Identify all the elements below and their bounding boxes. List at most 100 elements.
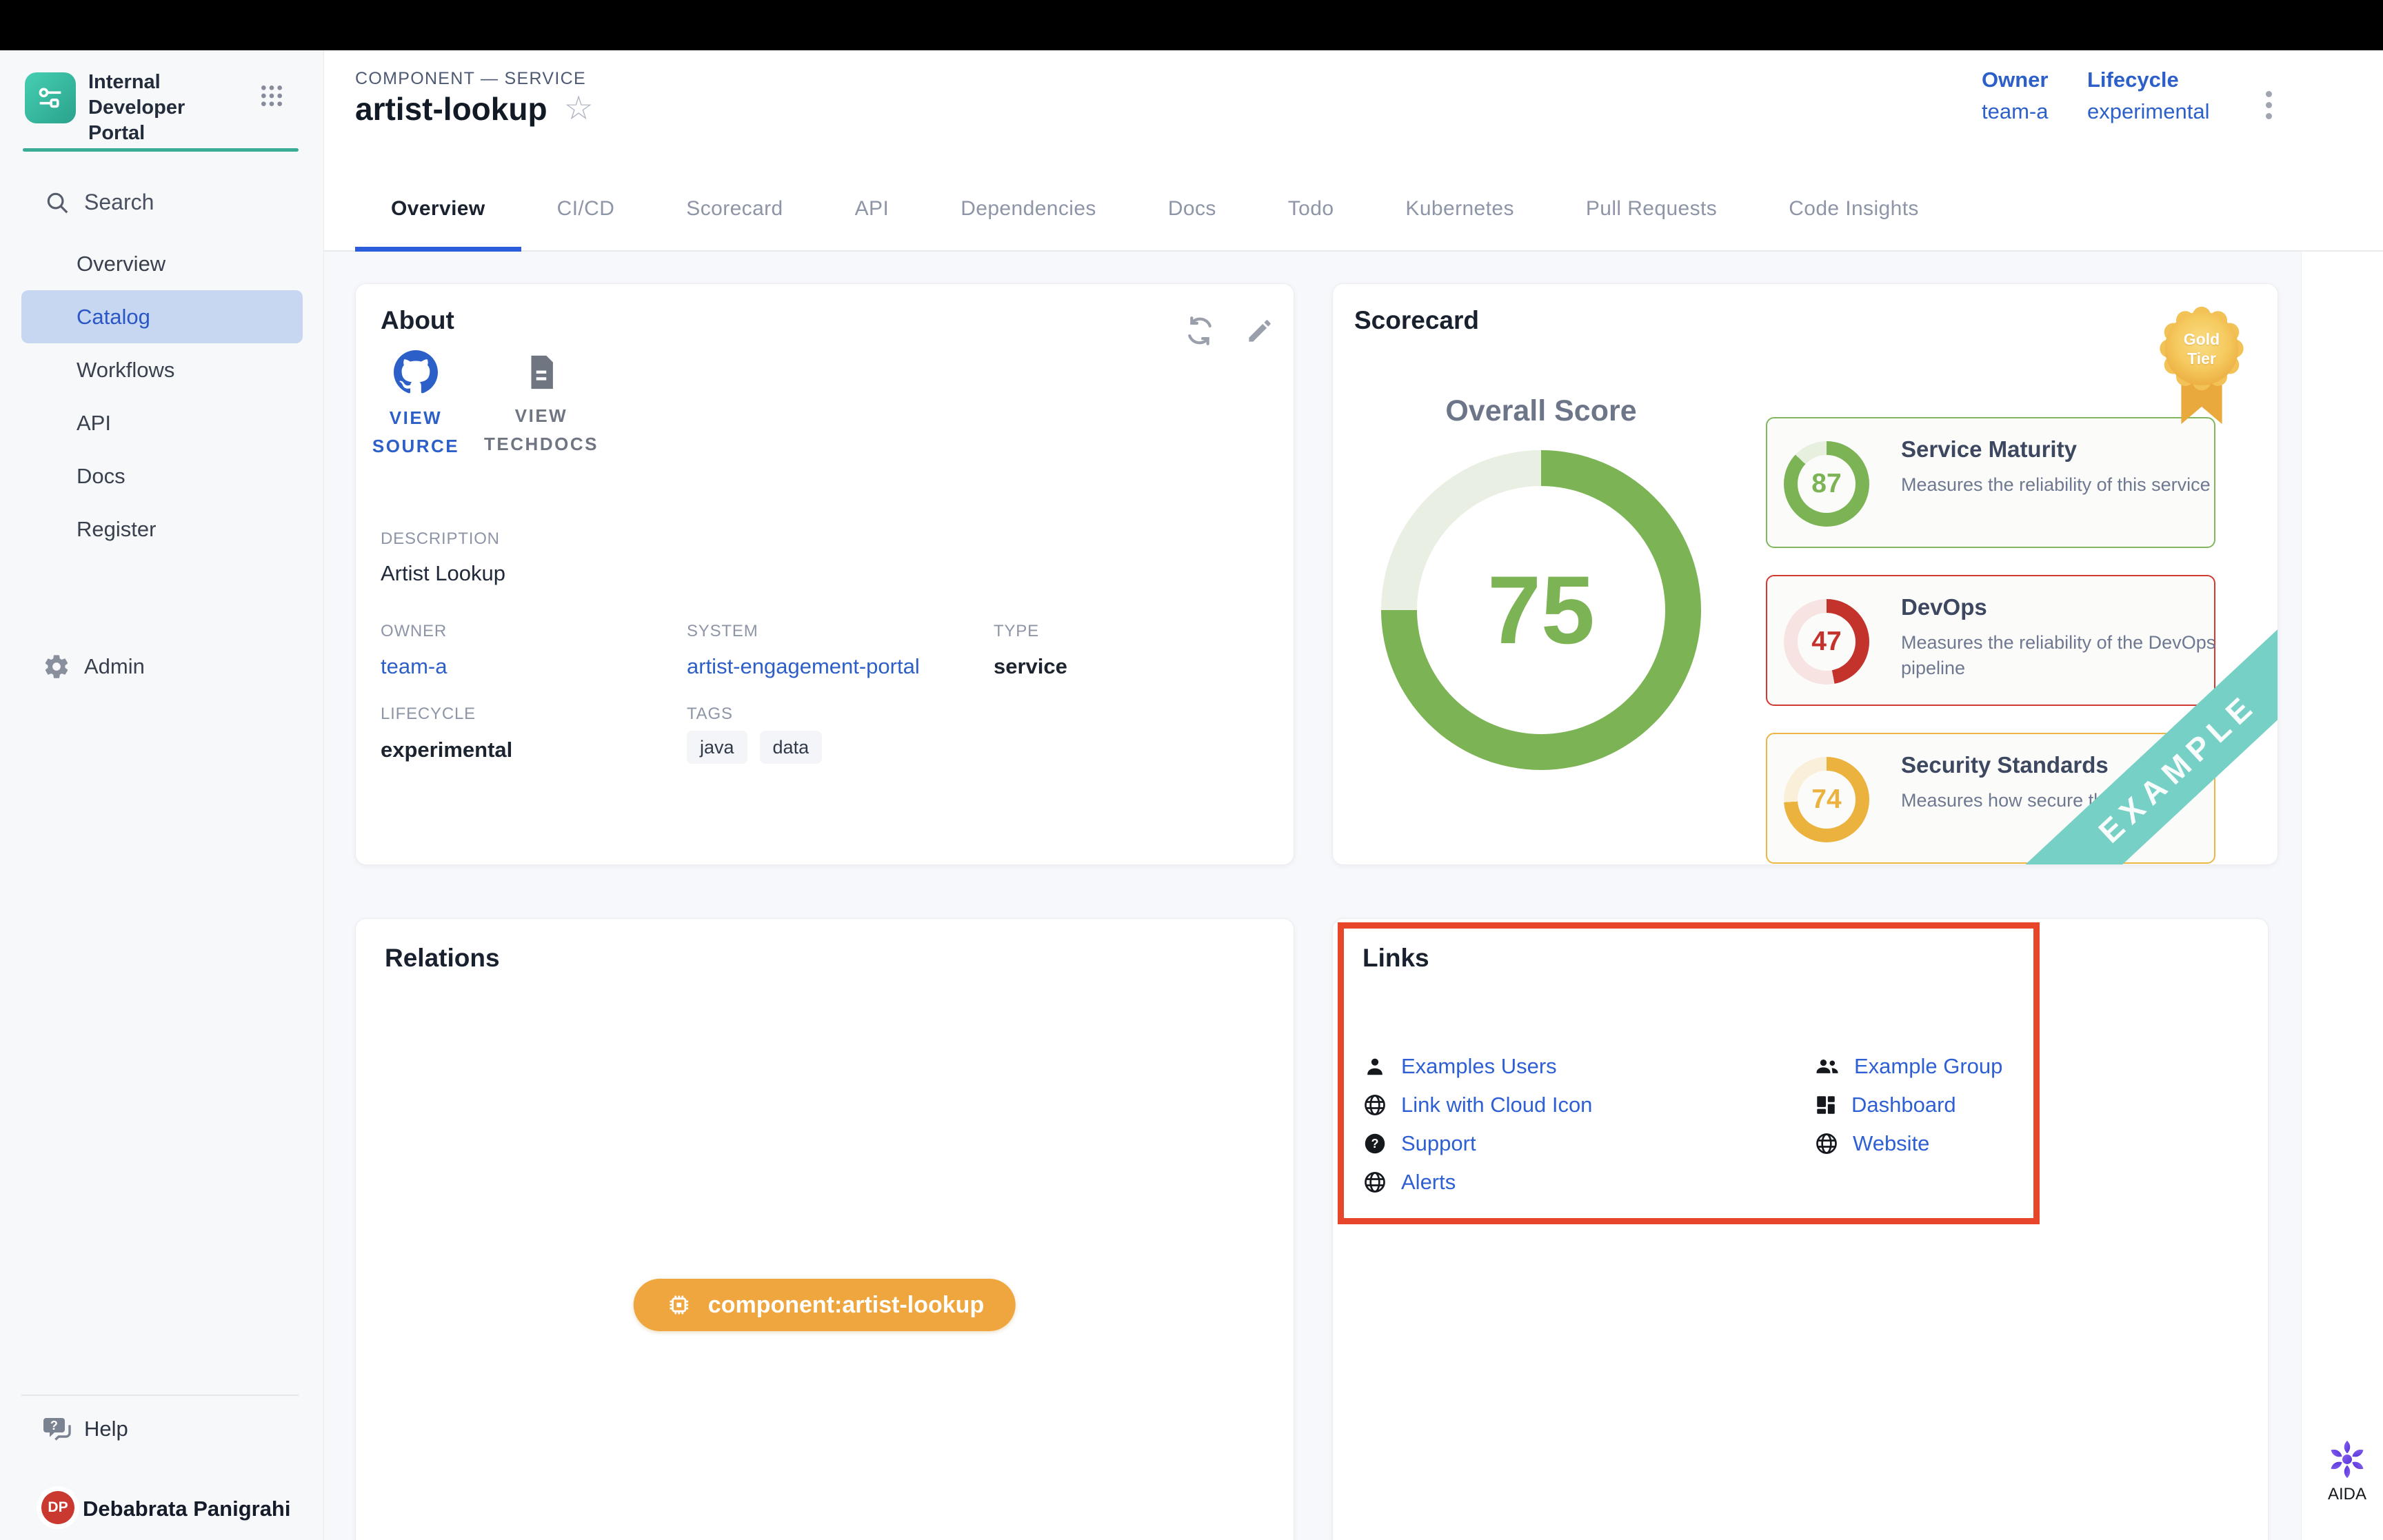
favorite-star-icon[interactable]: ☆ bbox=[564, 92, 594, 125]
aida-label: AIDA bbox=[2322, 1485, 2372, 1504]
app-logo[interactable] bbox=[25, 72, 76, 123]
sidebar-item-admin[interactable]: Admin bbox=[0, 645, 324, 689]
overall-score-gauge: 75 bbox=[1381, 450, 1701, 770]
svg-text:?: ? bbox=[50, 1419, 58, 1432]
links-title: Links bbox=[1363, 944, 1429, 973]
relation-node-chip[interactable]: component:artist-lookup bbox=[634, 1279, 1016, 1331]
portal-page: Internal Developer Portal Search Overvie… bbox=[0, 0, 2383, 1540]
kebab-menu-icon[interactable] bbox=[2255, 86, 2282, 134]
link-website[interactable]: Website bbox=[1814, 1130, 1929, 1157]
sidebar-item-label: API bbox=[77, 411, 111, 436]
link-dashboard[interactable]: Dashboard bbox=[1814, 1091, 1956, 1119]
owner-value-link[interactable]: team-a bbox=[1982, 99, 2048, 124]
link-label: Examples Users bbox=[1401, 1054, 1557, 1079]
score-value: 87 bbox=[1798, 455, 1856, 513]
entity-tabs: Overview CI/CD Scorecard API Dependencie… bbox=[324, 169, 2383, 252]
user-name: Debabrata Panigrahi bbox=[83, 1497, 290, 1521]
globe-icon bbox=[1363, 1093, 1387, 1117]
sidebar-item-overview[interactable]: Overview bbox=[21, 237, 303, 290]
help-label: Help bbox=[84, 1417, 128, 1441]
admin-label: Admin bbox=[84, 654, 145, 679]
score-item-title: DevOps bbox=[1901, 594, 1987, 620]
help-circle-icon: ? bbox=[1363, 1131, 1387, 1156]
owner-field-link[interactable]: team-a bbox=[381, 654, 447, 679]
link-support[interactable]: ? Support bbox=[1363, 1130, 1476, 1157]
badge-line1: Gold bbox=[2151, 330, 2253, 349]
user-menu[interactable]: DP Debabrata Panigrahi bbox=[0, 1486, 324, 1534]
apps-grid-icon[interactable] bbox=[258, 82, 285, 110]
sidebar-item-register[interactable]: Register bbox=[21, 503, 303, 556]
sidebar-nav: Overview Catalog Workflows API Docs Regi… bbox=[21, 237, 303, 556]
link-label: Dashboard bbox=[1851, 1093, 1956, 1117]
sliders-logo-icon bbox=[34, 82, 66, 114]
view-techdocs-button[interactable]: VIEW TECHDOCS bbox=[483, 350, 600, 458]
sidebar-item-label: Docs bbox=[77, 464, 125, 489]
avatar: DP bbox=[41, 1491, 74, 1524]
right-gutter bbox=[2301, 252, 2383, 1540]
gear-icon bbox=[43, 653, 70, 680]
tab-code-insights[interactable]: Code Insights bbox=[1753, 169, 1955, 250]
description-value: Artist Lookup bbox=[381, 561, 505, 586]
view-source-line1: VIEW bbox=[357, 404, 474, 432]
badge-line2: Tier bbox=[2151, 349, 2253, 368]
entity-header: COMPONENT — SERVICE artist-lookup ☆ Owne… bbox=[324, 50, 2383, 169]
sidebar-item-search[interactable]: Search bbox=[0, 179, 324, 227]
relations-card: Relations component:artist-lookup bbox=[355, 918, 1294, 1540]
score-ring: 87 bbox=[1784, 441, 1869, 527]
chip-icon bbox=[665, 1291, 693, 1319]
person-icon bbox=[1363, 1054, 1387, 1079]
refresh-icon bbox=[1184, 315, 1216, 347]
system-field-link[interactable]: artist-engagement-portal bbox=[687, 654, 920, 679]
sidebar-item-workflows[interactable]: Workflows bbox=[21, 343, 303, 396]
tab-api[interactable]: API bbox=[819, 169, 925, 250]
link-examples-users[interactable]: Examples Users bbox=[1363, 1053, 1557, 1080]
refresh-button[interactable] bbox=[1180, 312, 1219, 350]
sidebar: Internal Developer Portal Search Overvie… bbox=[0, 50, 324, 1540]
globe-icon bbox=[1363, 1170, 1387, 1195]
sidebar-item-docs[interactable]: Docs bbox=[21, 449, 303, 503]
tab-cicd[interactable]: CI/CD bbox=[521, 169, 651, 250]
score-item-devops[interactable]: 47 DevOps Measures the reliability of th… bbox=[1766, 575, 2215, 706]
tab-pull-requests[interactable]: Pull Requests bbox=[1550, 169, 1753, 250]
github-icon bbox=[394, 350, 438, 394]
dashboard-icon bbox=[1814, 1093, 1838, 1117]
page-title: artist-lookup bbox=[355, 90, 547, 128]
link-alerts[interactable]: Alerts bbox=[1363, 1168, 1456, 1196]
tag-chip-data[interactable]: data bbox=[760, 731, 823, 764]
sidebar-item-catalog[interactable]: Catalog bbox=[21, 290, 303, 343]
header-owner: Owner team-a bbox=[1982, 68, 2048, 124]
owner-field-label: OWNER bbox=[381, 622, 447, 641]
tab-todo[interactable]: Todo bbox=[1252, 169, 1370, 250]
tab-docs[interactable]: Docs bbox=[1132, 169, 1252, 250]
globe-icon bbox=[1814, 1131, 1839, 1156]
score-item-service-maturity[interactable]: 87 Service Maturity Measures the reliabi… bbox=[1766, 417, 2215, 548]
type-field-label: TYPE bbox=[994, 622, 1039, 641]
tab-overview[interactable]: Overview bbox=[355, 169, 521, 250]
tab-dependencies[interactable]: Dependencies bbox=[925, 169, 1132, 250]
header-lifecycle: Lifecycle experimental bbox=[2087, 68, 2209, 124]
overall-score-label: Overall Score bbox=[1381, 394, 1701, 428]
relations-title: Relations bbox=[385, 944, 500, 973]
tags-row: java data bbox=[687, 731, 822, 764]
sidebar-item-label: Workflows bbox=[77, 358, 174, 383]
view-source-button[interactable]: VIEW SOURCE bbox=[357, 350, 474, 460]
aida-assistant-button[interactable]: AIDA bbox=[2322, 1438, 2372, 1504]
gold-tier-badge: Gold Tier bbox=[2151, 301, 2253, 428]
score-ring: 47 bbox=[1784, 599, 1869, 685]
owner-label: Owner bbox=[1982, 68, 2048, 92]
link-label: Website bbox=[1853, 1131, 1929, 1156]
score-ring: 74 bbox=[1784, 757, 1869, 842]
aida-flower-icon bbox=[2326, 1438, 2369, 1481]
tab-kubernetes[interactable]: Kubernetes bbox=[1369, 169, 1549, 250]
tag-chip-java[interactable]: java bbox=[687, 731, 747, 764]
scorecard-title: Scorecard bbox=[1354, 306, 1479, 335]
sidebar-item-api[interactable]: API bbox=[21, 396, 303, 449]
link-cloud[interactable]: Link with Cloud Icon bbox=[1363, 1091, 1592, 1119]
link-label: Example Group bbox=[1854, 1054, 2002, 1079]
edit-button[interactable] bbox=[1240, 312, 1279, 350]
sidebar-item-help[interactable]: ? Help bbox=[0, 1410, 324, 1451]
view-techdocs-line1: VIEW bbox=[483, 402, 600, 430]
tab-scorecard[interactable]: Scorecard bbox=[650, 169, 818, 250]
svg-text:?: ? bbox=[1371, 1137, 1379, 1151]
link-example-group[interactable]: Example Group bbox=[1814, 1053, 2002, 1080]
